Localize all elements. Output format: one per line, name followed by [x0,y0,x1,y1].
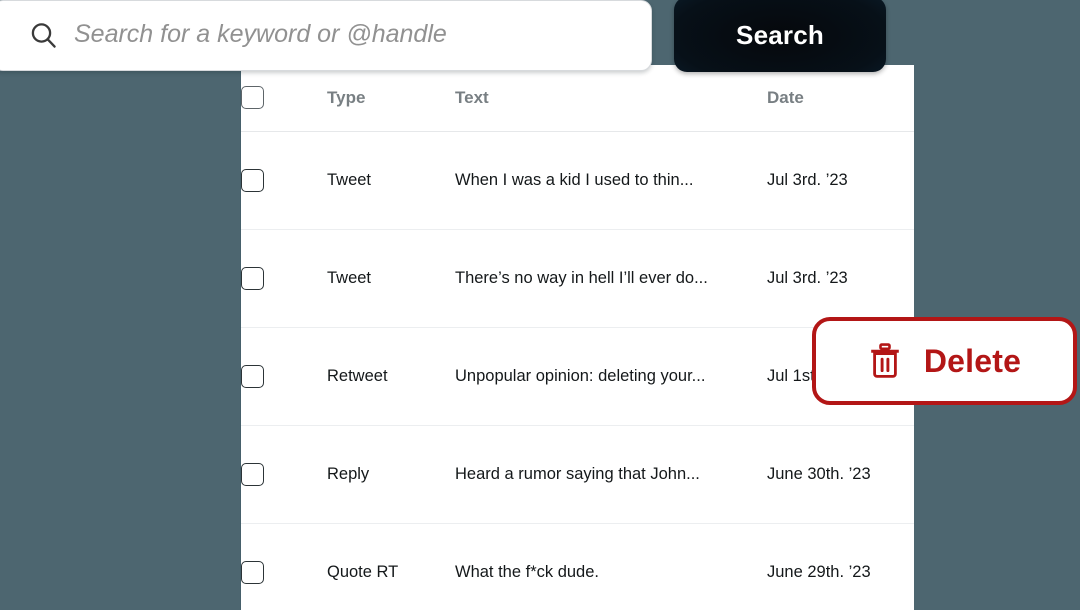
search-input[interactable] [74,20,651,49]
row-checkbox[interactable] [241,462,264,486]
row-date: June 29th. ’23 [767,523,914,610]
row-checkbox[interactable] [241,266,264,290]
row-checkbox[interactable] [241,364,264,388]
select-all-checkbox[interactable] [241,86,264,110]
table-row[interactable]: Tweet There’s no way in hell I’ll ever d… [241,229,914,328]
search-icon [27,19,61,53]
row-text: Unpopular opinion: deleting your... [455,327,767,426]
search-button[interactable]: Search [674,0,886,72]
header-select-all [241,65,327,132]
row-select-cell [241,131,327,230]
row-type: Tweet [327,229,455,328]
header-text[interactable]: Text [455,65,767,132]
row-date: Jul 3rd. ’23 [767,131,914,230]
delete-button-label: Delete [923,342,1022,379]
row-text: There’s no way in hell I’ll ever do... [455,229,767,328]
row-select-cell [241,327,327,426]
row-select-cell [241,425,327,524]
row-type: Tweet [327,131,455,230]
row-checkbox[interactable] [241,560,264,584]
delete-button[interactable]: Delete [812,317,1077,405]
row-date: Jul 3rd. ’23 [767,229,914,328]
row-text: What the f*ck dude. [455,523,767,610]
search-bar[interactable] [0,0,652,71]
table-row[interactable]: Reply Heard a rumor saying that John... … [241,425,914,524]
search-button-label: Search [736,20,824,50]
row-date: June 30th. ’23 [767,425,914,524]
row-text: When I was a kid I used to thin... [455,131,767,230]
row-select-cell [241,523,327,610]
table-header-row: Type Text Date [241,65,914,132]
row-type: Quote RT [327,523,455,610]
table-header: Type Text Date [241,65,914,132]
row-type: Reply [327,425,455,524]
row-type: Retweet [327,327,455,426]
trash-icon [868,342,902,380]
row-checkbox[interactable] [241,168,264,192]
table-row[interactable]: Quote RT What the f*ck dude. June 29th. … [241,523,914,610]
table-row[interactable]: Tweet When I was a kid I used to thin...… [241,131,914,230]
row-text: Heard a rumor saying that John... [455,425,767,524]
header-type[interactable]: Type [327,65,455,132]
header-date[interactable]: Date [767,65,914,132]
row-select-cell [241,229,327,328]
